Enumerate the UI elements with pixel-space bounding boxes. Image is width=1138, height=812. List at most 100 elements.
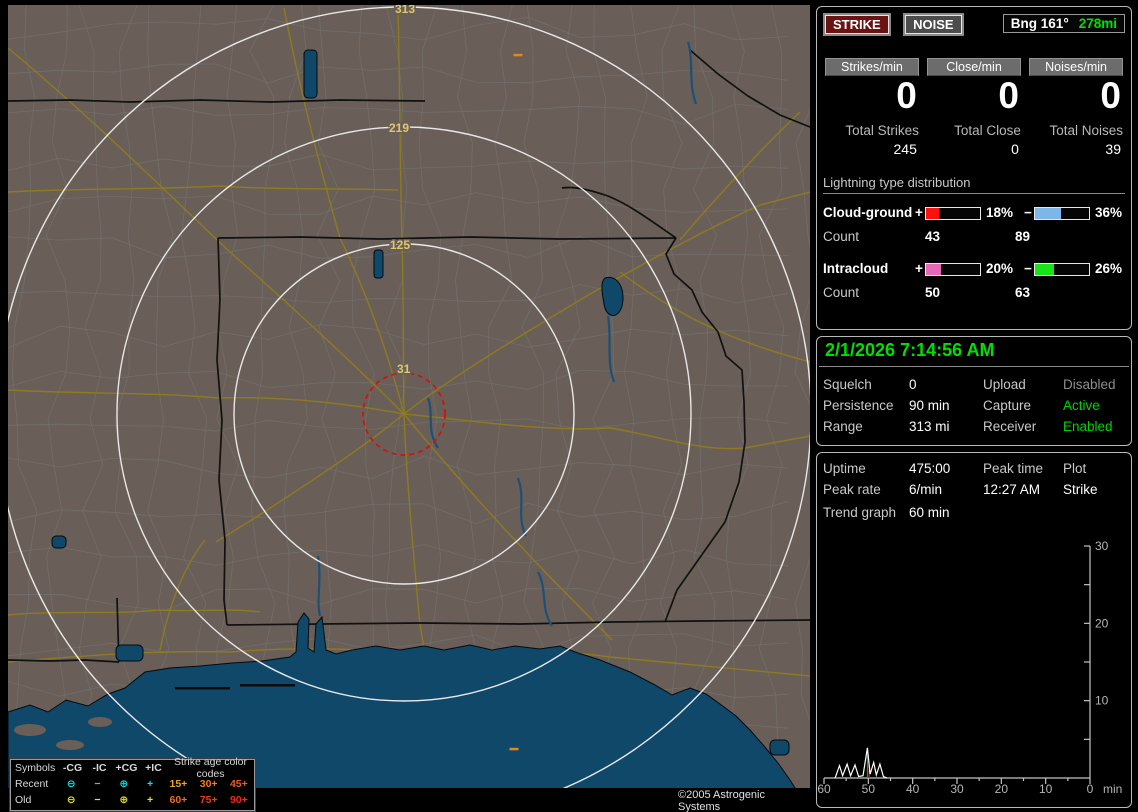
map-legend: Symbols -CG -IC +CG +IC Strike age color…: [10, 756, 255, 811]
age-60-label: 60+: [169, 794, 188, 806]
ic-plus-pct: 20%: [986, 261, 1014, 277]
legend-col-neg-ic: -IC: [92, 762, 107, 774]
cg-plus-old-icon: ⊕: [119, 794, 129, 806]
persistence-value: 90 min: [909, 398, 950, 413]
receiver-value: Enabled: [1063, 419, 1113, 434]
cg-minus-pct: 36%: [1095, 205, 1123, 221]
range-value: 313 mi: [909, 419, 950, 434]
age-75-label: 75+: [199, 794, 218, 806]
svg-text:30: 30: [1095, 539, 1109, 553]
range-label: Range: [823, 419, 863, 434]
peak-rate-value: 6/min: [909, 482, 943, 497]
capture-label: Capture: [983, 398, 1032, 413]
svg-text:0: 0: [1087, 782, 1094, 796]
ic-plus-old-icon: +: [147, 794, 154, 806]
legend-symbols-title: Symbols: [15, 762, 56, 774]
svg-text:min: min: [1103, 782, 1122, 796]
svg-text:60: 60: [817, 782, 831, 796]
ic-minus-old-icon: −: [94, 794, 101, 806]
svg-text:20: 20: [1095, 616, 1109, 630]
cg-plus-bar: [925, 206, 981, 220]
bearing-distance: 278mi: [1078, 16, 1117, 31]
ring-label-31: 31: [397, 362, 411, 376]
svg-text:20: 20: [995, 782, 1009, 796]
cloud-ground-label: Cloud-ground: [823, 205, 913, 221]
total-close-value: 0: [1011, 140, 1019, 157]
ic-minus-bar: [1034, 262, 1090, 276]
squelch-label: Squelch: [823, 377, 872, 392]
legend-age-title: Strike age color codes: [174, 756, 247, 780]
ic-plus-count: 50: [925, 285, 941, 301]
legend-old-label: Old: [15, 794, 32, 806]
noise-button[interactable]: NOISE: [905, 15, 962, 34]
count-label: Count: [823, 229, 860, 245]
legend-recent-label: Recent: [15, 778, 49, 790]
ring-label-313: 313: [395, 5, 415, 16]
legend-col-neg-cg: -CG: [62, 762, 83, 774]
bearing-label: Bng 161°: [1010, 16, 1069, 31]
distribution-title: Lightning type distribution: [823, 175, 1125, 194]
trend-graph: 10 20 30 60 50 40 30 20 10 0 min: [817, 539, 1122, 796]
strike-symbol--IC: [509, 747, 519, 751]
strike-symbol--IC: [513, 53, 523, 57]
age-30-label: 30+: [199, 778, 218, 790]
receiver-label: Receiver: [983, 419, 1037, 434]
upload-value: Disabled: [1063, 377, 1116, 392]
total-strikes-value: 245: [893, 140, 917, 157]
legend-header-row: Symbols -CG -IC +CG +IC Strike age color…: [11, 756, 254, 780]
status-panel: 2/1/2026 7:14:56 AM Squelch 0 Upload Dis…: [816, 336, 1132, 446]
uptime-value: 475:00: [909, 461, 951, 476]
cloud-ground-row: Cloud-ground + 18% − 36%: [817, 203, 1131, 223]
plot-label: Plot: [1063, 461, 1087, 476]
close-per-min-value: 0: [998, 75, 1019, 116]
svg-text:50: 50: [862, 782, 876, 796]
uptime-label: Uptime: [823, 461, 866, 476]
legend-col-pos-ic: +IC: [145, 762, 162, 774]
squelch-value: 0: [909, 377, 917, 392]
strikes-per-min-chip[interactable]: Strikes/min: [825, 58, 919, 76]
strike-rate-line: [834, 747, 888, 779]
axis-ticks: [823, 545, 1091, 784]
cg-plus-count: 43: [925, 229, 941, 245]
total-close-label: Total Close: [954, 122, 1021, 138]
peak-time-value: 12:27 AM: [983, 482, 1041, 497]
legend-old-row: Old ⊖ − ⊕ + 60+ 75+ 90+: [11, 792, 254, 808]
persistence-label: Persistence: [823, 398, 894, 413]
capture-value: Active: [1063, 398, 1100, 413]
ic-minus-pct: 26%: [1095, 261, 1123, 277]
svg-text:30: 30: [950, 782, 964, 796]
count-label: Count: [823, 285, 860, 301]
intracloud-count-row: Count 50 63: [817, 283, 1131, 303]
minus-sign: −: [1024, 205, 1032, 221]
lightning-map[interactable]: 313 219 125 31: [8, 5, 810, 788]
strikes-per-min-value: 0: [896, 75, 917, 116]
age-90-label: 90+: [229, 794, 248, 806]
cg-plus-pct: 18%: [986, 205, 1014, 221]
age-45-label: 45+: [229, 778, 248, 790]
peak-rate-label: Peak rate: [823, 482, 881, 497]
copyright-text: ©2005 Astrogenic Systems: [678, 789, 765, 812]
intracloud-label: Intracloud: [823, 261, 889, 277]
cloud-ground-count-row: Count 43 89: [817, 227, 1131, 247]
minus-sign: −: [1024, 261, 1032, 277]
ring-label-125: 125: [390, 238, 410, 252]
plus-sign: +: [915, 261, 923, 277]
plus-sign: +: [915, 205, 923, 221]
age-15-label: 15+: [169, 778, 188, 790]
svg-text:10: 10: [1039, 782, 1053, 796]
cg-minus-count: 89: [1015, 229, 1031, 245]
datetime-display: 2/1/2026 7:14:56 AM: [819, 337, 1129, 367]
cg-plus-recent-icon: ⊕: [119, 778, 129, 790]
bearing-readout: Bng 161° 278mi: [1002, 14, 1125, 33]
ic-plus-recent-icon: +: [147, 778, 154, 790]
legend-col-pos-cg: +CG: [115, 762, 138, 774]
ic-plus-bar: [925, 262, 981, 276]
svg-text:40: 40: [906, 782, 920, 796]
close-per-min-chip[interactable]: Close/min: [927, 58, 1021, 76]
strike-button[interactable]: STRIKE: [825, 15, 889, 34]
total-strikes-label: Total Strikes: [845, 122, 919, 138]
noises-per-min-chip[interactable]: Noises/min: [1029, 58, 1123, 76]
cg-minus-old-icon: ⊖: [66, 794, 76, 806]
upload-label: Upload: [983, 377, 1026, 392]
total-noises-label: Total Noises: [1049, 122, 1123, 138]
